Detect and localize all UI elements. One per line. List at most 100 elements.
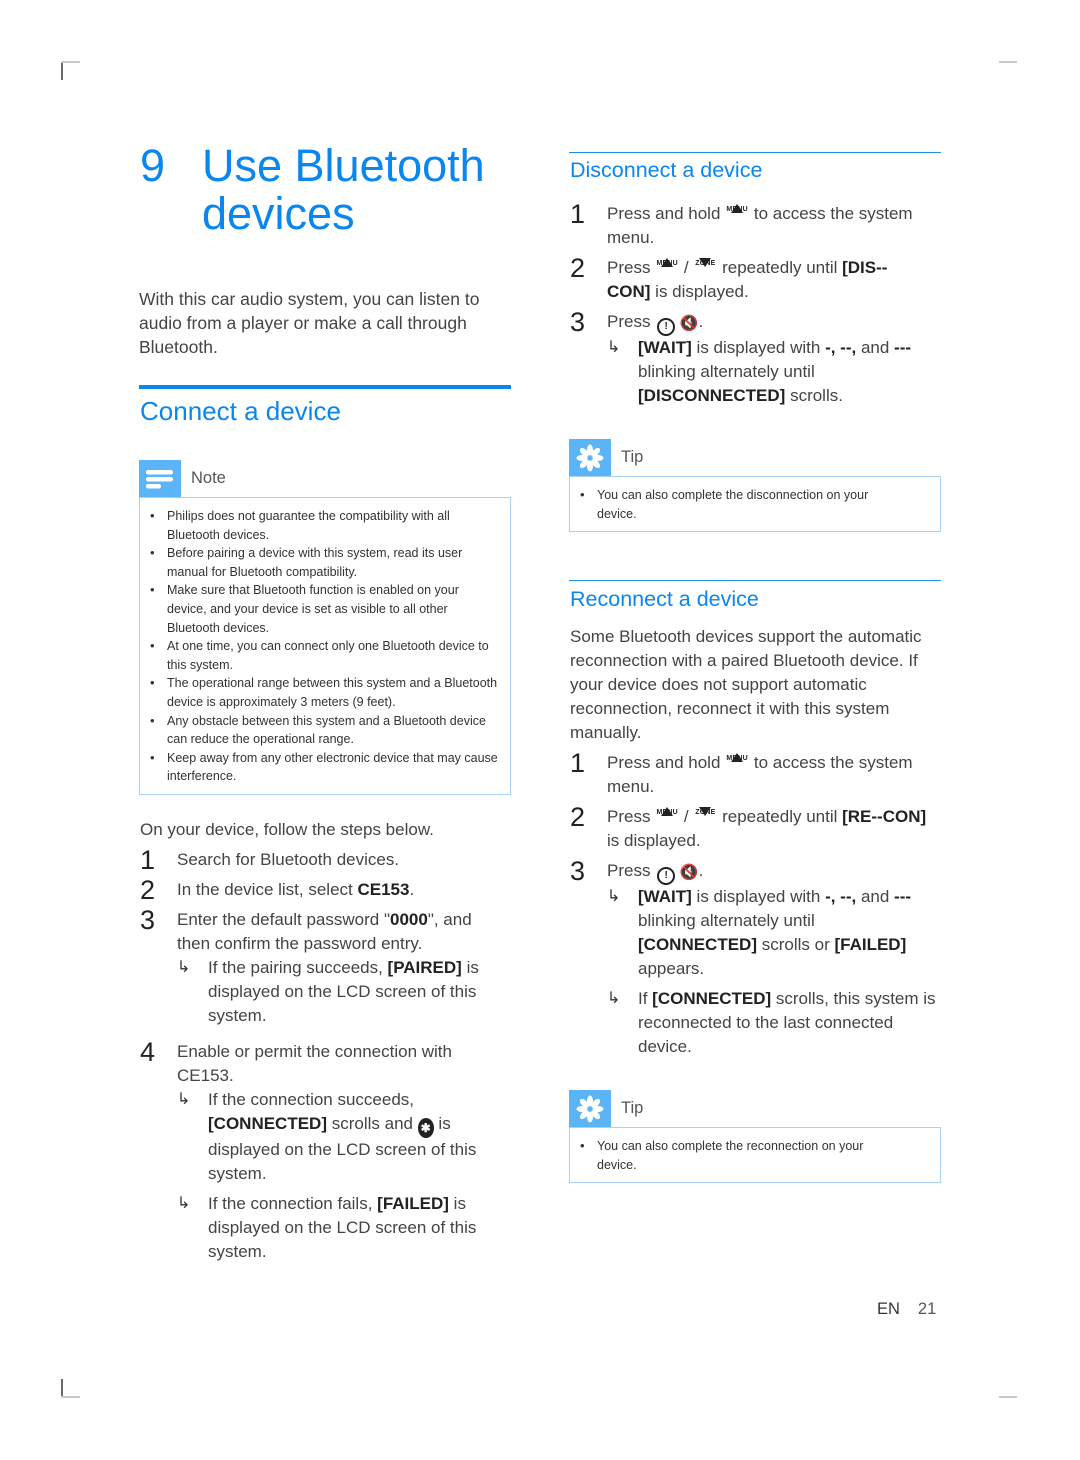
step-3: 3 Press ! 🔇. [570,856,942,886]
crop-mark-bottom-left-v [61,1379,63,1397]
menu-up-key-icon: MENU [656,807,678,816]
menu-up-key-icon: MENU [656,258,678,267]
step-text: / [679,258,694,277]
tip-box-reconnect: Tip You can also complete the reconnecti… [569,1090,941,1184]
tip-box-disconnect: Tip You can also complete the disconnect… [569,439,941,533]
tip-label: Tip [621,448,644,466]
chapter-intro: With this car audio system, you can list… [139,289,480,357]
bluetooth-icon: ✱ [417,1118,434,1138]
step-2: 2 Press MENU / ZONE repeatedly until [RE… [570,802,942,853]
step-text: Enter the default password " [177,910,390,929]
tip-icon [569,1090,611,1127]
result-arrow-icon: ↳ [177,959,191,976]
step-text: In the device list, select [177,880,358,899]
reconnect-content: Some Bluetooth devices support the autom… [570,625,942,1059]
crop-mark-top-right-h [999,61,1017,63]
step-number: 3 [570,307,586,337]
note-icon [139,460,181,497]
lcd-status: [FAILED] [377,1194,449,1213]
tip-label: Tip [621,1099,644,1117]
note-list: Philips does not guarantee the compatibi… [140,507,498,786]
tip-item: You can also complete the disconnection … [570,486,900,523]
note-item: Make sure that Bluetooth function is ena… [140,581,498,637]
tip-header: Tip [569,1090,941,1127]
tip-body: You can also complete the disconnection … [569,476,941,533]
result-text: If the connection fails, [208,1194,378,1213]
result-arrow-icon: ↳ [177,1195,191,1212]
mute-icon: 🔇 [679,864,699,881]
note-item: Keep away from any other electronic devi… [140,749,498,786]
step-text: . [698,312,704,331]
section-title-connect: Connect a device [140,396,341,426]
zone-down-key-icon: ZONE [695,807,716,816]
section-title-disconnect: Disconnect a device [570,158,763,182]
step-text: Search for Bluetooth devices. [177,850,400,869]
disconnect-steps: 1 Press and hold MENU to access the syst… [570,200,915,408]
note-body: Philips does not guarantee the compatibi… [139,497,511,795]
section-rule [569,580,941,581]
step-2: 2 In the device list, select CE153. [140,876,490,904]
lcd-status: [PAIRED] [387,958,462,977]
result-arrow-icon: ↳ [177,1091,191,1108]
reconnect-intro: Some Bluetooth devices support the autom… [570,627,922,742]
step-number: 3 [140,905,156,935]
step-number: 2 [570,253,586,283]
section-rule [569,152,941,153]
result-text: scrolls and [327,1114,418,1133]
zone-down-key-icon: ZONE [695,258,716,267]
step-text: Press and hold [607,753,726,772]
lcd-status: [CONNECTED] [208,1114,327,1133]
note-item: Before pairing a device with this system… [140,544,498,581]
device-name: CE153 [357,880,410,899]
crop-mark-top-left-v [61,62,63,80]
section-rule [139,385,511,389]
step-4-result-success: ↳ If the connection succeeds, [CONNECTED… [140,1088,490,1186]
step-2: 2 Press MENU / ZONE repeatedly until [DI… [570,253,915,304]
crop-mark-bottom-left-h [61,1396,80,1398]
step-3: 3 Press ! 🔇. [570,307,915,337]
default-password: 0000 [390,910,428,929]
step-number: 3 [570,856,586,886]
chapter-title: Use Bluetooth devices [202,140,485,239]
step-text: Press [607,312,656,331]
crop-mark-top-left-h [61,61,80,63]
note-item: Philips does not guarantee the compatibi… [140,507,498,544]
note-item: The operational range between this syste… [140,674,498,711]
language-code: EN [877,1300,900,1318]
step-1: 1 Search for Bluetooth devices. [140,845,490,875]
step-text: Press [607,807,656,826]
tip-header: Tip [569,439,941,476]
step-3-result-2: ↳ If [CONNECTED] scrolls, this system is… [607,989,936,1056]
tip-icon [569,439,611,476]
result-text: If the pairing succeeds, [208,958,388,977]
mute-icon: 🔇 [679,315,699,332]
note-box: Note Philips does not guarantee the comp… [139,460,511,795]
connect-lead: On your device, follow the steps below. [140,820,434,839]
menu-up-key-icon: MENU [726,204,748,213]
step-text: Press and hold [607,204,726,223]
menu-up-key-icon: MENU [726,753,748,762]
step-3-result-1: ↳ [WAIT] is displayed with -, --, and --… [607,887,912,978]
step-4: 4 Enable or permit the connection with C… [140,1037,490,1088]
step-text: is displayed. [607,831,701,850]
step-number: 4 [140,1037,156,1067]
power-icon: ! [657,318,676,336]
step-3-result: ↳ [WAIT] is displayed with -, --, and --… [607,338,912,405]
page-footer: EN 21 [877,1300,936,1319]
tip-body: You can also complete the reconnection o… [569,1127,941,1184]
section-title-reconnect: Reconnect a device [570,587,759,611]
result-arrow-icon: ↳ [607,339,621,356]
step-text: . [698,861,704,880]
step-number: 1 [570,748,586,778]
step-text: repeatedly until [717,258,843,277]
result-arrow-icon: ↳ [607,990,621,1007]
note-item: At one time, you can connect only one Bl… [140,637,498,674]
step-number: 2 [570,802,586,832]
result-arrow-icon: ↳ [607,888,621,905]
note-label: Note [191,469,226,487]
step-text: repeatedly until [717,807,843,826]
step-text: is displayed. [650,282,749,301]
step-number: 1 [140,845,156,875]
power-icon: ! [657,867,676,885]
step-text: . [409,880,415,899]
